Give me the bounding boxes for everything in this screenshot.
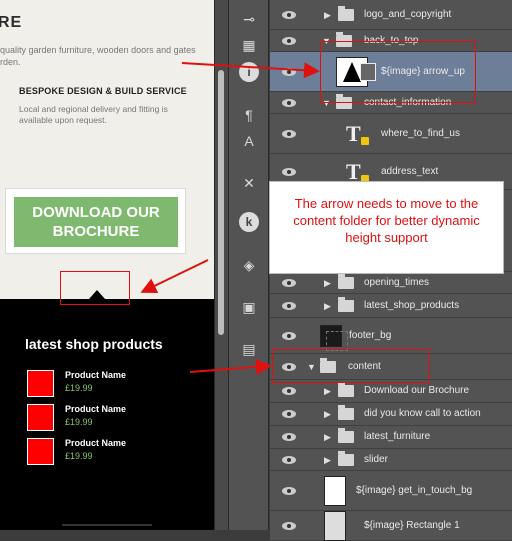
visibility-eye-icon[interactable] <box>282 9 296 21</box>
layer-name[interactable]: address_text <box>381 165 438 179</box>
footer-area: latest shop products Product Name £19.99… <box>0 299 214 530</box>
product-item[interactable]: Product Name £19.99 <box>27 404 187 434</box>
visibility-eye-icon[interactable] <box>282 128 296 140</box>
annotation-box-layer <box>320 41 476 103</box>
product-name[interactable]: Product Name <box>65 438 126 448</box>
cube-icon[interactable]: ▦ <box>236 34 262 56</box>
visibility-eye-icon[interactable] <box>282 66 296 78</box>
panel-toolbar: ⊸ ▦ i ¶ A ✕ k ◈ ▣ ▤ <box>229 0 269 530</box>
annotation-box-content <box>272 349 430 383</box>
layer-name[interactable]: ${image} get_in_touch_bg <box>356 484 472 498</box>
collapsed-triangle-icon[interactable]: ▶ <box>324 409 331 419</box>
layer-comps-icon[interactable]: ▣ <box>236 296 262 318</box>
layer-row[interactable]: ▶ did you know call to action <box>270 403 512 426</box>
layer-row[interactable]: ▶ latest_furniture <box>270 426 512 449</box>
product-price: £19.99 <box>65 417 93 427</box>
visibility-eye-icon[interactable] <box>282 385 296 397</box>
bespoke-title: BESPOKE DESIGN & BUILD SERVICE <box>19 86 187 96</box>
intro-text: quality garden furniture, wooden doors a… <box>0 45 196 67</box>
layer-row[interactable]: T where_to_find_us <box>270 114 512 154</box>
section-heading: RE <box>0 14 23 31</box>
layer-row[interactable]: ▶ Download our Brochure <box>270 380 512 403</box>
visibility-eye-icon[interactable] <box>282 330 296 342</box>
product-price: £19.99 <box>65 451 93 461</box>
character-icon[interactable]: A <box>236 130 262 152</box>
product-price: £19.99 <box>65 383 93 393</box>
annotation-box-arrow <box>60 271 130 305</box>
collapsed-triangle-icon[interactable]: ▶ <box>324 278 331 288</box>
collapsed-triangle-icon[interactable]: ▶ <box>324 432 331 442</box>
info-icon[interactable]: i <box>239 62 259 82</box>
visibility-eye-icon[interactable] <box>282 35 296 47</box>
preview-scrollbar[interactable] <box>214 0 229 530</box>
kuler-icon[interactable]: k <box>239 212 259 232</box>
layer-thumbnail <box>324 475 346 506</box>
product-item[interactable]: Product Name £19.99 <box>27 370 187 400</box>
layer-name[interactable]: logo_and_copyright <box>364 8 451 22</box>
download-brochure-button[interactable]: DOWNLOAD OUR BROCHURE <box>14 197 178 247</box>
layer-name[interactable]: where_to_find_us <box>381 127 460 141</box>
layer-row[interactable]: ${image} get_in_touch_bg <box>270 471 512 511</box>
layer-name[interactable]: footer_bg <box>349 329 391 343</box>
visibility-eye-icon[interactable] <box>282 485 296 497</box>
visibility-eye-icon[interactable] <box>282 300 296 312</box>
brush-preset-icon[interactable]: ▤ <box>236 338 262 360</box>
layer-thumbnail <box>320 324 348 351</box>
collapsed-triangle-icon[interactable]: ▶ <box>324 455 331 465</box>
product-item[interactable]: Product Name £19.99 <box>27 438 187 468</box>
shop-title: latest shop products <box>25 336 163 352</box>
layer-name[interactable]: Download our Brochure <box>364 384 469 398</box>
collapsed-triangle-icon[interactable]: ▶ <box>324 301 331 311</box>
layer-name[interactable]: latest_shop_products <box>364 299 459 313</box>
layer-name[interactable]: did you know call to action <box>364 407 481 421</box>
text-layer-icon: T <box>346 160 369 183</box>
collapsed-triangle-icon[interactable]: ▶ <box>324 386 331 396</box>
product-thumbnail[interactable] <box>27 404 54 431</box>
layer-row[interactable]: ▶ latest_shop_products <box>270 294 512 318</box>
brochure-box: DOWNLOAD OUR BROCHURE <box>5 188 186 254</box>
tools-icon[interactable]: ✕ <box>236 172 262 194</box>
product-thumbnail[interactable] <box>27 370 54 397</box>
folder-icon <box>338 405 354 420</box>
paragraph-icon[interactable]: ¶ <box>236 104 262 126</box>
annotation-note: The arrow needs to move to the content f… <box>269 181 504 274</box>
text-layer-icon: T <box>346 122 369 145</box>
folder-icon <box>338 382 354 397</box>
visibility-eye-icon[interactable] <box>282 408 296 420</box>
layer-row[interactable]: ▶ logo_and_copyright <box>270 0 512 30</box>
visibility-eye-icon[interactable] <box>282 431 296 443</box>
folder-icon <box>338 273 354 289</box>
layer-row[interactable]: ${image} Rectangle 1 <box>270 510 512 541</box>
bespoke-text: Local and regional delivery and fitting … <box>19 104 168 125</box>
product-name[interactable]: Product Name <box>65 404 126 414</box>
layer-name[interactable]: ${image} Rectangle 1 <box>364 519 460 533</box>
brush-icon[interactable]: ⊸ <box>236 8 262 30</box>
layer-name[interactable]: slider <box>364 453 388 467</box>
collapsed-triangle-icon[interactable]: ▶ <box>324 10 331 20</box>
layer-row[interactable]: ▶ opening_times <box>270 272 512 294</box>
visibility-eye-icon[interactable] <box>282 454 296 466</box>
visibility-eye-icon[interactable] <box>282 97 296 109</box>
layer-thumbnail <box>324 510 346 541</box>
folder-icon <box>338 428 354 443</box>
visibility-eye-icon[interactable] <box>282 277 296 289</box>
visibility-eye-icon[interactable] <box>282 166 296 178</box>
folder-icon <box>338 450 354 466</box>
folder-icon <box>338 296 354 312</box>
layer-name[interactable]: latest_furniture <box>364 430 430 444</box>
scrollbar-thumb[interactable] <box>218 70 224 335</box>
website-preview: RE quality garden furniture, wooden door… <box>0 0 214 530</box>
product-thumbnail[interactable] <box>27 438 54 465</box>
layer-row[interactable]: ▶ slider <box>270 449 512 471</box>
footer-divider <box>62 524 152 526</box>
folder-icon <box>338 5 354 21</box>
3d-icon[interactable]: ◈ <box>236 254 262 276</box>
product-name[interactable]: Product Name <box>65 370 126 380</box>
layer-name[interactable]: opening_times <box>364 276 429 290</box>
